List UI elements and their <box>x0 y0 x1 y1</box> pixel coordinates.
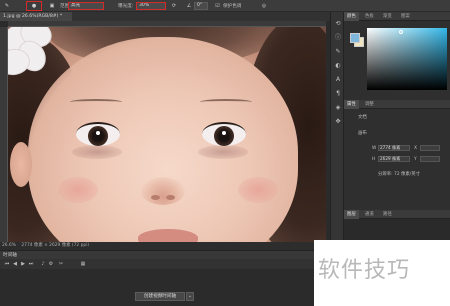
resolution-text: 分辨率: 72 像素/英寸 <box>378 172 421 177</box>
adjust-icon[interactable]: ◐ <box>334 62 342 70</box>
width-field[interactable]: 2774 像素 <box>378 145 410 151</box>
left-cheek <box>58 177 98 203</box>
color-picker-field[interactable] <box>367 28 447 90</box>
airbrush-icon[interactable]: ⟳ <box>170 1 178 11</box>
foreground-color-swatch[interactable] <box>350 33 360 43</box>
exposure-field[interactable]: 30% <box>136 2 166 10</box>
y-field[interactable] <box>420 156 440 162</box>
audio-icon[interactable]: ♪ <box>40 261 46 267</box>
ear <box>10 142 32 187</box>
brush-preset-picker[interactable]: ● <box>26 1 42 11</box>
left-under-eye <box>72 145 122 159</box>
tab-swatches[interactable]: 色板 <box>362 12 377 21</box>
history-icon[interactable]: ⟲ <box>334 20 342 28</box>
height-label: H <box>372 157 376 162</box>
document-tab-bar: 1.jpg @ 26.6%(RGB/8#) * <box>0 12 330 21</box>
canvas-label: 画布 <box>358 131 367 136</box>
image-canvas[interactable] <box>8 27 326 242</box>
tab-patterns[interactable]: 图案 <box>398 12 413 21</box>
left-eyebrow <box>70 99 122 105</box>
right-under-eye <box>198 145 248 159</box>
paragraph-icon[interactable]: ¶ <box>334 90 342 98</box>
protect-tone-label: 保护色调 <box>223 4 242 9</box>
width-label: W <box>372 146 377 151</box>
brush-settings-icon[interactable]: ▣ <box>48 1 56 11</box>
transition-icon[interactable]: ▦ <box>80 261 86 267</box>
brush-tip-icon: ● <box>31 3 37 9</box>
color-panel-tabs: 颜色 色板 渐变 图案 <box>344 12 450 21</box>
character-icon[interactable]: A <box>334 76 342 84</box>
3d-icon[interactable]: ◈ <box>334 104 342 112</box>
angle-icon: ∠ <box>186 3 192 9</box>
options-bar: ✎ ● ▣ 范围: 高光 曝光度: 30% ⟳ ∠ 0° ☑ 保护色调 ◎ <box>0 0 450 12</box>
document-info: 2774 像素 × 2629 像素 (72 ppi) <box>21 243 90 248</box>
status-bar: 26.6% 2774 像素 × 2629 像素 (72 ppi) <box>0 242 330 250</box>
tab-gradients[interactable]: 渐变 <box>380 12 395 21</box>
document-label: 文档 <box>358 115 367 120</box>
angle-field[interactable]: 0° <box>194 2 208 10</box>
info-icon[interactable]: ⓘ <box>334 34 342 42</box>
zoom-level[interactable]: 26.6% <box>2 243 16 248</box>
x-label: X <box>414 146 418 151</box>
next-frame-icon[interactable]: ⏭ <box>28 261 34 267</box>
protect-tone-checkbox[interactable]: ☑ <box>214 1 221 11</box>
right-cheek <box>238 177 278 203</box>
nose <box>141 177 185 205</box>
first-frame-icon[interactable]: ⏮ <box>4 261 10 267</box>
color-picker-cursor[interactable] <box>399 30 403 34</box>
chevron-down-icon[interactable]: ⌄ <box>186 292 194 301</box>
right-eyebrow <box>200 99 252 105</box>
timeline-controls: ⏮ ◀ ▶ ⏭ ♪ ⚙ ✂ ▦ <box>0 259 330 269</box>
left-eye <box>76 122 120 146</box>
exposure-label: 曝光度: <box>118 4 134 9</box>
timeline-panel-header: 时间轴 <box>0 250 330 259</box>
tab-channels[interactable]: 通道 <box>362 210 377 219</box>
tab-layers[interactable]: 图层 <box>344 210 359 219</box>
tab-properties[interactable]: 属性 <box>344 100 359 109</box>
right-eye <box>202 122 246 146</box>
brush-icon[interactable]: ✎ <box>334 48 342 56</box>
layers-panel-tabs: 图层 通道 路径 <box>344 210 450 219</box>
lips <box>138 229 198 242</box>
properties-panel-body: 文档 画布 W 2774 像素 X H 2629 像素 Y 分辨率: 72 像素… <box>344 111 450 209</box>
tab-adjustments[interactable]: 调整 <box>362 100 377 109</box>
face <box>28 37 298 242</box>
settings-icon[interactable]: ⚙ <box>48 261 54 267</box>
dodge-tool-icon[interactable]: ✎ <box>2 1 12 11</box>
document-tab[interactable]: 1.jpg @ 26.6%(RGB/8#) * <box>0 12 72 21</box>
watermark-text: 软件技巧 <box>318 258 411 283</box>
create-video-timeline-button[interactable]: 创建视频时间轴 <box>135 292 185 301</box>
timeline-title: 时间轴 <box>3 253 17 258</box>
y-label: Y <box>414 157 417 162</box>
pressure-icon[interactable]: ◎ <box>260 1 268 11</box>
glyph-icon[interactable]: ✥ <box>334 118 342 126</box>
split-icon[interactable]: ✂ <box>58 261 64 267</box>
tab-paths[interactable]: 路径 <box>380 210 395 219</box>
prev-frame-icon[interactable]: ◀ <box>12 261 18 267</box>
tab-color[interactable]: 颜色 <box>344 12 359 21</box>
properties-panel-tabs: 属性 调整 <box>344 100 450 109</box>
play-icon[interactable]: ▶ <box>20 261 26 267</box>
height-field[interactable]: 2629 像素 <box>378 156 410 162</box>
range-select[interactable]: 高光 <box>68 2 104 10</box>
vertical-ruler <box>0 27 8 242</box>
x-field[interactable] <box>420 145 440 151</box>
hair-flower <box>8 27 68 89</box>
